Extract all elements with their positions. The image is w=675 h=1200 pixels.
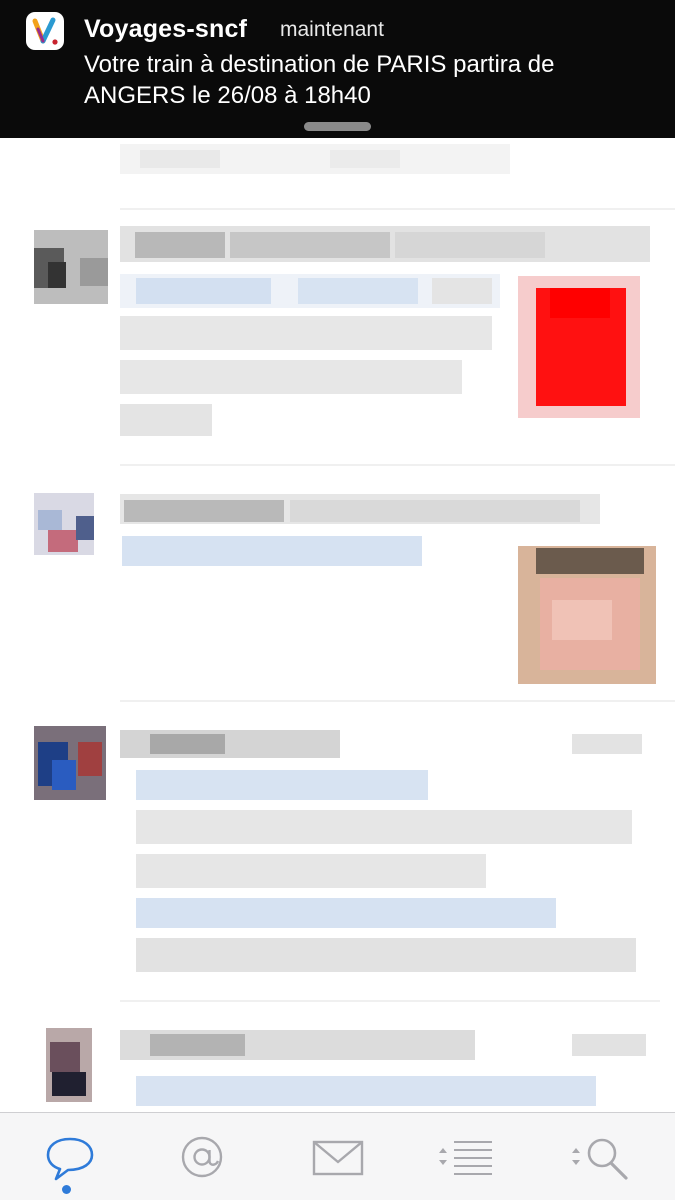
redacted-text: [120, 316, 492, 350]
redacted-username: [395, 232, 545, 258]
notification-app-name: Voyages-sncf: [84, 15, 248, 43]
redacted-timestamp: [572, 1034, 646, 1056]
redacted-link: [136, 278, 271, 304]
tab-messages[interactable]: [308, 1133, 368, 1183]
tab-mentions[interactable]: [172, 1133, 232, 1183]
tab-search[interactable]: [570, 1133, 630, 1183]
redacted-link: [298, 278, 418, 304]
divider: [120, 464, 675, 466]
redacted-username: [290, 500, 580, 522]
redacted-link: [122, 536, 422, 566]
magnifier-icon: [572, 1138, 628, 1180]
active-tab-indicator: [62, 1185, 71, 1194]
voyages-sncf-app-icon: [26, 12, 64, 50]
redacted-link: [136, 1076, 596, 1106]
redacted-text: [140, 150, 220, 168]
redacted-username: [124, 500, 284, 522]
avatar-pixel: [78, 742, 102, 776]
divider: [120, 700, 675, 702]
redacted-text: [136, 938, 636, 972]
redacted-text: [330, 150, 400, 168]
redacted-text: [120, 404, 212, 436]
media-thumbnail: [536, 548, 644, 574]
redacted-username: [150, 734, 225, 754]
tab-conversations[interactable]: [40, 1133, 100, 1183]
avatar-pixel: [52, 1072, 86, 1096]
avatar-pixel: [48, 530, 78, 552]
media-thumbnail: [552, 600, 612, 640]
redacted-text: [432, 278, 492, 304]
media-thumbnail: [550, 288, 610, 318]
redacted-timestamp: [572, 734, 642, 754]
avatar-pixel: [52, 760, 76, 790]
redacted-link: [136, 770, 428, 800]
notification-time: maintenant: [280, 18, 384, 41]
tab-lists[interactable]: [436, 1133, 496, 1183]
avatar-pixel: [50, 1042, 80, 1072]
divider: [120, 208, 675, 210]
envelope-icon: [312, 1140, 364, 1176]
notification-banner[interactable]: Voyages-sncf maintenant Votre train à de…: [0, 0, 675, 138]
redacted-link: [136, 898, 556, 928]
redacted-username: [230, 232, 390, 258]
at-sign-icon: [181, 1136, 223, 1178]
avatar-pixel: [76, 516, 94, 540]
avatar-pixel: [80, 258, 108, 286]
redacted-text: [136, 854, 486, 888]
notification-message: Votre train à destination de PARIS parti…: [84, 51, 555, 109]
notification-drag-handle[interactable]: [304, 122, 371, 131]
tab-bar: [0, 1112, 675, 1200]
timeline-feed[interactable]: [0, 138, 675, 1112]
redacted-username: [135, 232, 225, 258]
redacted-text: [120, 360, 462, 394]
avatar-pixel: [48, 262, 66, 288]
list-icon: [439, 1141, 492, 1175]
divider: [120, 1000, 660, 1002]
redacted-text: [136, 810, 632, 844]
redacted-username: [150, 1034, 245, 1056]
avatar-pixel: [38, 510, 62, 530]
speech-bubble-icon: [46, 1137, 94, 1181]
